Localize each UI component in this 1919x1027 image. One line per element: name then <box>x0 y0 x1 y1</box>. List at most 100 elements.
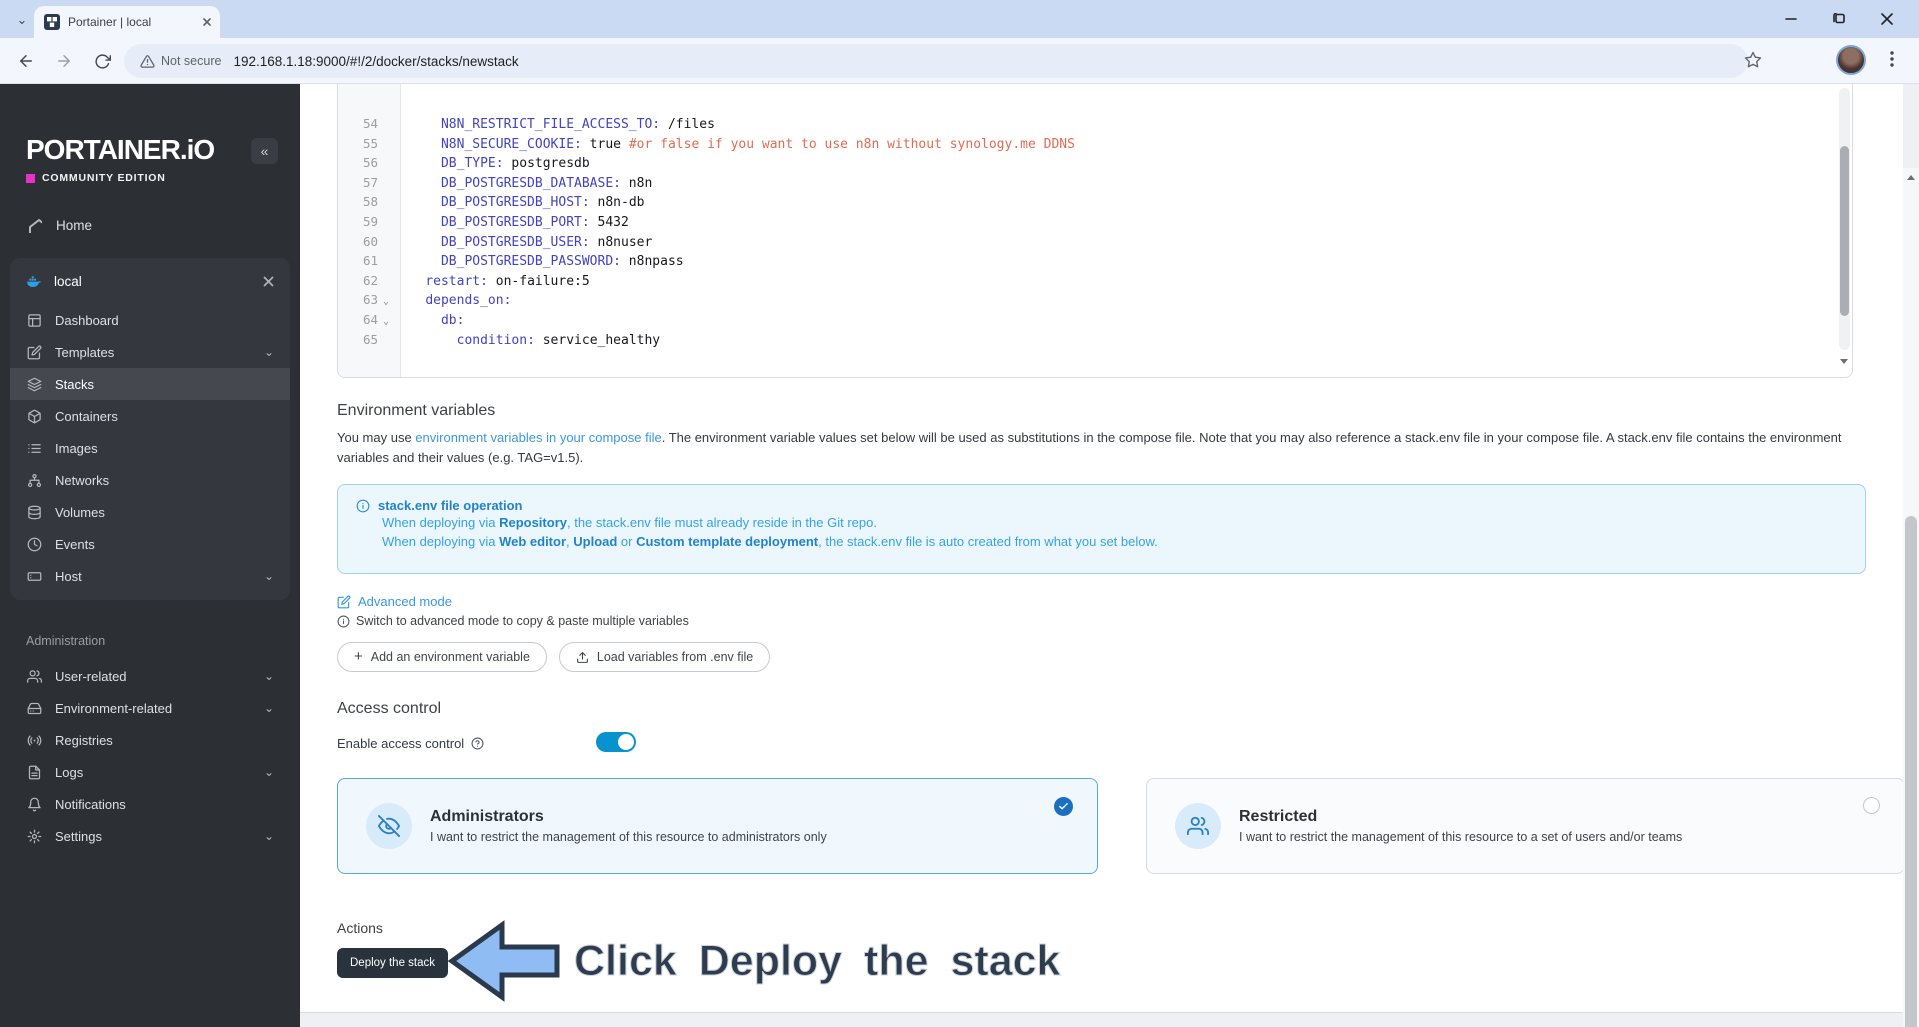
annotation-arrow-icon <box>448 920 560 1002</box>
hard-drive-icon <box>26 701 42 716</box>
chevron-down-icon: ⌄ <box>263 765 274 779</box>
tab-title: Portainer | local <box>68 15 152 29</box>
code-line: 59 DB_POSTGRESDB_PORT: 5432 <box>362 213 629 230</box>
sidebar-item-environment-related[interactable]: Environment-related ⌄ <box>0 692 300 724</box>
stack-form-card: 54 N8N_RESTRICT_FILE_ACCESS_TO: /files 5… <box>300 84 1905 1013</box>
edition-badge: COMMUNITY EDITION <box>26 172 300 184</box>
access-control-toggle[interactable] <box>596 732 636 752</box>
scroll-up-icon[interactable] <box>1903 170 1919 184</box>
administrators-option-card[interactable]: Administrators I want to restrict the ma… <box>337 778 1098 874</box>
warning-icon <box>140 54 155 68</box>
host-icon <box>26 569 42 584</box>
profile-avatar[interactable] <box>1836 45 1866 75</box>
bookmark-star-icon[interactable] <box>1744 51 1762 69</box>
sidebar-item-events[interactable]: Events <box>10 528 290 560</box>
environment-close-icon[interactable] <box>263 276 274 287</box>
editor-scrollbar[interactable] <box>1839 88 1850 350</box>
info-icon <box>356 499 370 512</box>
browser-tab-strip: ⌄ Portainer | local <box>0 0 1919 38</box>
info-box-title: stack.env file operation <box>378 498 523 513</box>
images-icon <box>26 441 42 456</box>
sidebar-item-home[interactable]: Home <box>0 208 300 242</box>
reload-icon[interactable] <box>90 49 114 73</box>
selected-check-icon[interactable] <box>1054 797 1073 816</box>
portainer-window: ⌄ Portainer | local Not secure 192.168.1… <box>0 0 1919 1027</box>
administrators-option-description: I want to restrict the management of thi… <box>430 830 827 844</box>
restricted-option-description: I want to restrict the management of thi… <box>1239 830 1683 844</box>
users-icon <box>26 669 42 684</box>
sidebar-item-volumes[interactable]: Volumes <box>10 496 290 528</box>
compose-env-vars-link[interactable]: environment variables in your compose fi… <box>415 430 661 445</box>
page-scrollbar-thumb[interactable] <box>1905 516 1917 1027</box>
code-line: 63 ⌄ depends_on: <box>362 292 512 309</box>
tab-close-icon[interactable] <box>202 17 212 27</box>
load-variables-button[interactable]: Load variables from .env file <box>558 642 771 672</box>
administration-section-label: Administration <box>26 634 106 648</box>
bell-icon <box>26 797 42 812</box>
sidebar-collapse-button[interactable]: « <box>251 138 278 164</box>
code-line: 54 N8N_RESTRICT_FILE_ACCESS_TO: /files <box>362 116 715 132</box>
sidebar-item-label: Home <box>56 217 93 233</box>
networks-icon <box>26 473 42 488</box>
sidebar-item-notifications[interactable]: Notifications <box>0 788 300 820</box>
address-bar[interactable]: Not secure 192.168.1.18:9000/#!/2/docker… <box>124 44 1748 78</box>
home-icon <box>26 218 42 233</box>
plus-icon: + <box>354 648 363 665</box>
not-secure-badge[interactable]: Not secure <box>140 54 221 69</box>
sidebar-item-dashboard[interactable]: Dashboard <box>10 304 290 336</box>
volumes-icon <box>26 505 42 520</box>
info-icon <box>337 615 350 627</box>
sidebar-item-host[interactable]: Host ⌄ <box>10 560 290 592</box>
window-maximize-icon[interactable] <box>1822 4 1856 34</box>
stacks-icon <box>26 377 42 392</box>
deploy-stack-button[interactable]: Deploy the stack <box>337 948 449 978</box>
environment-header[interactable]: local <box>10 258 290 304</box>
page-scrollbar[interactable] <box>1903 168 1919 1027</box>
dashboard-icon <box>26 313 42 328</box>
window-close-icon[interactable] <box>1870 4 1904 34</box>
browser-tab[interactable]: Portainer | local <box>34 6 220 38</box>
sidebar-item-logs[interactable]: Logs ⌄ <box>0 756 300 788</box>
editor-scroll-down-icon[interactable] <box>1838 354 1850 368</box>
sidebar: PORTAINER.iO COMMUNITY EDITION « Home lo… <box>0 84 300 1027</box>
sidebar-item-networks[interactable]: Networks <box>10 464 290 496</box>
tab-search-chevron-icon[interactable]: ⌄ <box>10 9 34 31</box>
users-icon <box>1175 803 1221 849</box>
chevron-down-icon: ⌄ <box>263 701 274 715</box>
access-control-title: Access control <box>337 700 442 717</box>
back-icon[interactable] <box>14 49 38 73</box>
code-line: 55 N8N_SECURE_COOKIE: true #or false if … <box>362 135 1075 152</box>
chevron-down-icon: ⌄ <box>263 669 274 683</box>
edition-square-icon <box>26 173 35 183</box>
env-vars-title: Environment variables <box>337 402 496 419</box>
file-text-icon <box>26 765 42 780</box>
compose-editor[interactable]: 54 N8N_RESTRICT_FILE_ACCESS_TO: /files 5… <box>337 84 1853 378</box>
browser-menu-icon[interactable] <box>1884 49 1900 74</box>
sidebar-item-containers[interactable]: Containers <box>10 400 290 432</box>
add-environment-variable-button[interactable]: + Add an environment variable <box>337 642 547 672</box>
not-secure-label: Not secure <box>161 54 222 68</box>
unselected-radio[interactable] <box>1863 797 1880 814</box>
sidebar-item-stacks[interactable]: Stacks <box>10 368 290 400</box>
containers-icon <box>26 409 42 424</box>
sidebar-item-registries[interactable]: Registries <box>0 724 300 756</box>
broadcast-icon <box>26 733 42 748</box>
upload-icon <box>576 651 588 663</box>
sidebar-item-templates[interactable]: Templates ⌄ <box>10 336 290 368</box>
window-minimize-icon[interactable] <box>1774 4 1808 34</box>
sidebar-item-settings[interactable]: Settings ⌄ <box>0 820 300 852</box>
sidebar-item-user-related[interactable]: User-related ⌄ <box>0 660 300 692</box>
sidebar-item-images[interactable]: Images <box>10 432 290 464</box>
annotation-text: Click Deploy the stack <box>573 936 1061 985</box>
advanced-mode-hint: Switch to advanced mode to copy & paste … <box>337 614 689 628</box>
toggle-knob <box>618 734 634 750</box>
edit-icon <box>337 595 351 608</box>
advanced-mode-link[interactable]: Advanced mode <box>337 594 452 609</box>
restricted-option-card[interactable]: Restricted I want to restrict the manage… <box>1146 778 1905 874</box>
code-line: 65 condition: service_healthy <box>362 331 661 348</box>
restricted-option-title: Restricted <box>1239 808 1318 825</box>
code-line: 62 restart: on-failure:5 <box>362 272 590 289</box>
forward-icon[interactable] <box>52 49 76 73</box>
editor-scrollbar-thumb[interactable] <box>1840 146 1849 316</box>
chevron-down-icon: ⌄ <box>263 345 274 359</box>
